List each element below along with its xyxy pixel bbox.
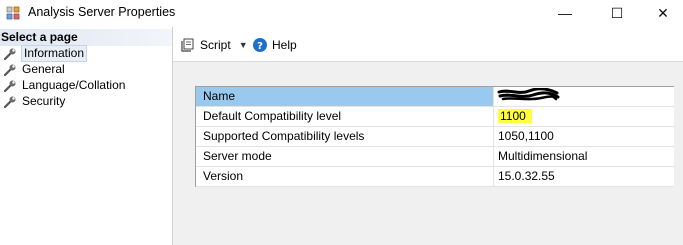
help-label: Help <box>272 38 297 52</box>
redaction-scribble <box>497 88 560 101</box>
table-row[interactable]: Version 15.0.32.55 <box>196 167 674 187</box>
sidebar-item-information[interactable]: Information <box>3 45 88 62</box>
property-value: 1050,1100 <box>498 129 554 143</box>
sidebar-item-general[interactable]: General <box>3 62 65 77</box>
maximize-button[interactable]: ☐ <box>594 0 640 26</box>
sidebar-item-label: Language/Collation <box>22 78 126 92</box>
property-value: Multidimensional <box>498 149 588 163</box>
minimize-icon: — <box>558 5 572 21</box>
wrench-icon <box>3 96 16 108</box>
table-row[interactable]: Default Compatibility level 1100 <box>196 107 674 127</box>
table-row[interactable]: Supported Compatibility levels 1050,1100 <box>196 127 674 147</box>
window-title: Analysis Server Properties <box>28 5 176 19</box>
script-icon <box>181 38 194 52</box>
table-row[interactable]: Name <box>196 87 674 107</box>
property-name: Name <box>196 87 494 106</box>
sidebar-item-label: General <box>22 62 65 76</box>
table-row[interactable]: Server mode Multidimensional <box>196 147 674 167</box>
select-page-header: Select a page <box>0 29 172 46</box>
sidebar-item-label: Information <box>20 45 88 62</box>
property-name: Supported Compatibility levels <box>196 127 494 146</box>
title-bar: Analysis Server Properties — ☐ ✕ <box>0 0 683 26</box>
dropdown-arrow-icon[interactable]: ▼ <box>239 40 248 50</box>
script-button[interactable]: Script ▼ <box>180 37 248 53</box>
wrench-icon <box>3 80 16 92</box>
sidebar-item-language-collation[interactable]: Language/Collation <box>3 78 125 93</box>
wrench-icon <box>3 64 16 76</box>
help-icon: ? <box>253 38 267 52</box>
app-icon <box>6 6 20 20</box>
maximize-icon: ☐ <box>610 4 624 21</box>
property-name: Version <box>196 167 494 186</box>
close-icon: ✕ <box>657 4 669 21</box>
svg-text:?: ? <box>257 41 263 52</box>
toolbar: Script ▼ ? Help <box>173 27 683 61</box>
page-selector-pane: Select a page Information General Langua… <box>0 27 173 245</box>
close-button[interactable]: ✕ <box>640 0 683 26</box>
sidebar-item-label: Security <box>22 94 66 108</box>
property-name: Default Compatibility level <box>196 107 494 126</box>
property-grid: Name Default Compatibility level 1100 Su… <box>195 86 674 187</box>
help-button[interactable]: ? Help <box>252 37 297 53</box>
property-value: 1100 <box>494 107 674 126</box>
property-value: 15.0.32.55 <box>498 169 555 183</box>
script-label: Script <box>200 38 231 52</box>
sidebar-item-security[interactable]: Security <box>3 94 65 109</box>
wrench-icon <box>3 48 16 60</box>
minimize-button[interactable]: — <box>542 0 588 26</box>
highlighted-value: 1100 <box>498 109 532 123</box>
property-name: Server mode <box>196 147 494 166</box>
